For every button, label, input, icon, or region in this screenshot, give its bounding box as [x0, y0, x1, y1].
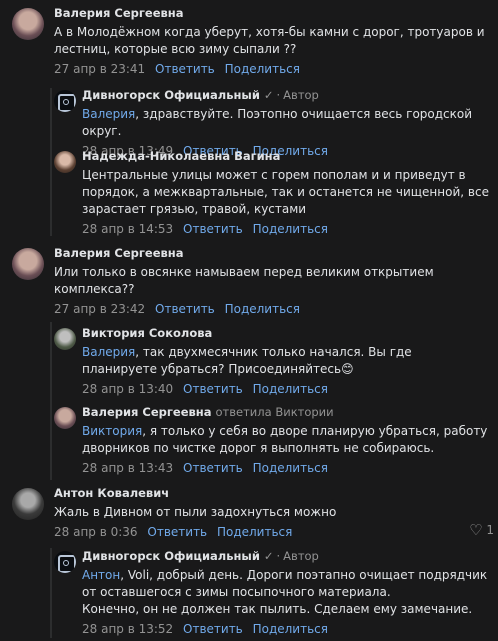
reply-button[interactable]: Ответить: [183, 622, 243, 636]
avatar[interactable]: [54, 90, 76, 112]
reply-button[interactable]: Ответить: [155, 302, 215, 316]
comment-text: Валерия, так двухмесячник только начался…: [82, 345, 412, 376]
share-button[interactable]: Поделиться: [225, 302, 300, 316]
comment-author[interactable]: Виктория Соколова: [82, 326, 490, 341]
share-button[interactable]: Поделиться: [253, 222, 328, 236]
comment-text: Валерия, здравствуйте. Поэтопно очищаетс…: [82, 107, 473, 138]
thread-line: [50, 88, 52, 236]
comment-text: Или только в овсянке намываем перед вели…: [54, 265, 434, 296]
mention-link[interactable]: Валерия: [82, 345, 135, 359]
author-badge: Автор: [283, 88, 319, 102]
comment-text: А в Молодёжном когда уберут, хотя-бы кам…: [54, 25, 485, 56]
comment-text: Жаль в Дивном от пыли задохнуться можно: [54, 505, 337, 519]
like-count: 1: [486, 523, 494, 537]
reply-button[interactable]: Ответить: [183, 461, 243, 475]
comment-text: Центральные улицы может с горем пополам …: [82, 168, 489, 216]
mention-link[interactable]: Валерия: [82, 107, 135, 121]
avatar[interactable]: [54, 151, 76, 173]
share-button[interactable]: Поделиться: [217, 525, 292, 539]
reply-button[interactable]: Ответить: [183, 222, 243, 236]
avatar[interactable]: [12, 248, 44, 280]
comment-meta: 28 апр в 0:36 Ответить Поделиться: [54, 524, 490, 540]
verified-check-icon: ✓: [263, 549, 274, 563]
comment-author[interactable]: Дивногорск Официальный ✓ · Автор: [82, 88, 490, 103]
replied-to-label: ответила Виктории: [215, 405, 334, 419]
avatar[interactable]: [54, 551, 76, 573]
avatar[interactable]: [12, 8, 44, 40]
thread-line: [50, 548, 52, 638]
comment-meta: 28 апр в 14:53 Ответить Поделиться: [82, 221, 490, 237]
comment-text: Антон, Voli, добрый день. Дороги поэтапн…: [82, 568, 488, 599]
share-button[interactable]: Поделиться: [253, 461, 328, 475]
avatar[interactable]: [54, 328, 76, 350]
comment-author[interactable]: Валерия Сергеевна: [54, 6, 490, 21]
comment-meta: 28 апр в 13:40 Ответить Поделиться: [82, 381, 490, 397]
comment-author[interactable]: Антон Ковалевич: [54, 486, 490, 501]
comment-meta: 27 апр в 23:41 Ответить Поделиться: [54, 61, 490, 77]
share-button[interactable]: Поделиться: [253, 382, 328, 396]
comment-meta: 28 апр в 13:52 Ответить Поделиться: [82, 621, 490, 637]
verified-check-icon: ✓: [263, 88, 274, 102]
comment-meta: 27 апр в 23:42 Ответить Поделиться: [54, 301, 490, 317]
heart-icon: ♡: [469, 521, 483, 539]
reply-button[interactable]: Ответить: [183, 382, 243, 396]
comment-time[interactable]: 28 апр в 14:53: [82, 222, 173, 236]
avatar[interactable]: [54, 407, 76, 429]
share-button[interactable]: Поделиться: [253, 622, 328, 636]
comment-time[interactable]: 28 апр в 13:43: [82, 461, 173, 475]
comment-time[interactable]: 28 апр в 13:40: [82, 382, 173, 396]
comment-author[interactable]: Валерия Сергеевна: [54, 246, 490, 261]
author-badge: Автор: [283, 549, 319, 563]
like-button[interactable]: ♡ 1: [469, 521, 494, 539]
comment-time[interactable]: 28 апр в 13:52: [82, 622, 173, 636]
reply-button[interactable]: Ответить: [155, 62, 215, 76]
city-logo-icon: [58, 94, 76, 112]
comment-text: Виктория, я только у себя во дворе плани…: [82, 424, 488, 455]
avatar[interactable]: [12, 488, 44, 520]
comment-meta: 28 апр в 13:43 Ответить Поделиться: [82, 460, 490, 476]
city-logo-icon: [58, 555, 76, 573]
thread-line: [50, 322, 52, 480]
comment-text-line: Конечно, он не должен так пылить. Сделае…: [82, 602, 473, 616]
comment-time[interactable]: 28 апр в 0:36: [54, 525, 138, 539]
comment-time[interactable]: 27 апр в 23:42: [54, 302, 145, 316]
comment-author[interactable]: Дивногорск Официальный ✓ · Автор: [82, 549, 490, 564]
comment-author[interactable]: Надежда-Николаевна Вагина: [82, 149, 490, 164]
share-button[interactable]: Поделиться: [225, 62, 300, 76]
mention-link[interactable]: Виктория: [82, 424, 142, 438]
reply-button[interactable]: Ответить: [147, 525, 207, 539]
mention-link[interactable]: Антон: [82, 568, 120, 582]
comment-time[interactable]: 27 апр в 23:41: [54, 62, 145, 76]
comment-author[interactable]: Валерия Сергеевна ответила Виктории: [82, 405, 490, 420]
